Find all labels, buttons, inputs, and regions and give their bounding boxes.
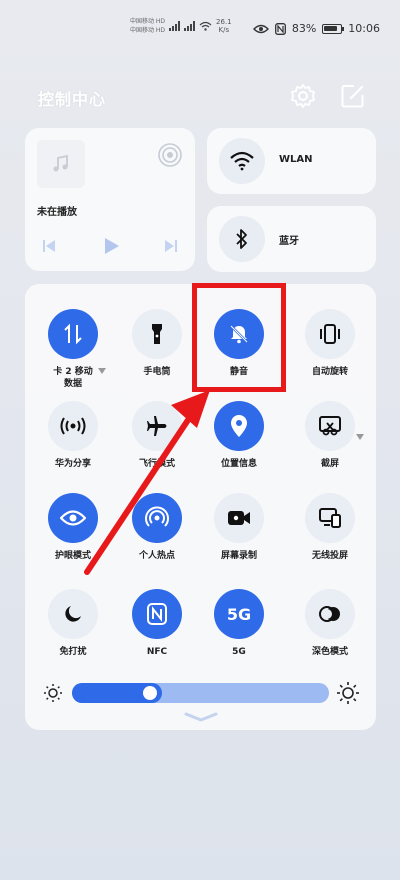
page-title: 控制中心 xyxy=(38,90,107,109)
net-speed-unit: K/s xyxy=(218,26,230,34)
clock: 10:06 xyxy=(348,22,380,35)
eye-icon xyxy=(48,493,98,543)
toggle-flashlight-label: 手电筒 xyxy=(143,367,171,377)
net-speed: 26.1 K/s xyxy=(216,18,232,34)
bluetooth-card[interactable]: 蓝牙 xyxy=(207,206,376,272)
toggle-dnd-label: 免打扰 xyxy=(59,647,87,657)
highlight-box xyxy=(192,283,286,392)
bluetooth-icon xyxy=(219,216,265,262)
wlan-card[interactable]: WLAN xyxy=(207,128,376,194)
toggle-nfc-label: NFC xyxy=(146,647,168,657)
collapse-chevron-icon[interactable] xyxy=(184,712,218,722)
nfc-status-icon xyxy=(274,22,286,35)
toggle-screen-record[interactable]: 屏幕录制 xyxy=(199,493,279,562)
toggle-5g-label: 5G xyxy=(232,647,246,657)
chevron-down-icon[interactable] xyxy=(356,434,364,440)
net-speed-value: 26.1 xyxy=(216,18,232,26)
flashlight-icon xyxy=(132,309,182,359)
toggle-mobile-data-label: 卡 2 移动 数据 xyxy=(53,367,93,389)
carrier-1: 中国移动 HD xyxy=(130,18,166,25)
toggle-hotspot-label: 个人热点 xyxy=(138,551,175,561)
next-icon[interactable] xyxy=(163,238,179,254)
toggle-hotspot[interactable]: 个人热点 xyxy=(117,493,197,562)
screenshot-icon xyxy=(305,401,355,451)
5g-icon: 5G xyxy=(214,589,264,639)
toggle-auto-rotate[interactable]: 自动旋转 xyxy=(290,309,370,378)
toggle-dnd[interactable]: 免打扰 xyxy=(33,589,113,658)
share-icon xyxy=(48,401,98,451)
toggle-5g[interactable]: 5G 5G xyxy=(199,589,279,658)
eye-status-icon xyxy=(252,24,269,33)
wlan-label: WLAN xyxy=(279,154,313,165)
moon-icon xyxy=(48,589,98,639)
cast-icon[interactable] xyxy=(157,142,183,168)
toggle-huawei-share-label: 华为分享 xyxy=(54,459,91,469)
signal-icon xyxy=(169,21,181,31)
brightness-high-icon xyxy=(337,682,359,704)
battery-icon xyxy=(322,23,345,34)
toggle-wireless-projection[interactable]: 无线投屏 xyxy=(290,493,370,562)
edit-icon[interactable] xyxy=(340,83,366,109)
media-card[interactable]: 未在播放 xyxy=(25,128,195,271)
play-icon[interactable] xyxy=(101,236,121,256)
toggle-eye-comfort[interactable]: 护眼模式 xyxy=(33,493,113,562)
mobile-data-icon xyxy=(48,309,98,359)
5g-glyph: 5G xyxy=(226,604,252,624)
toggle-nfc[interactable]: NFC xyxy=(117,589,197,658)
toggle-airplane[interactable]: 飞行模式 xyxy=(117,401,197,470)
bluetooth-label: 蓝牙 xyxy=(279,236,299,247)
toggle-wireless-projection-label: 无线投屏 xyxy=(311,551,348,561)
prev-icon[interactable] xyxy=(41,238,57,254)
wifi-icon xyxy=(219,138,265,184)
carrier-info: 中国移动 HD 中国移动 HD xyxy=(130,17,165,35)
toggle-airplane-label: 飞行模式 xyxy=(138,459,175,469)
toggle-location[interactable]: 位置信息 xyxy=(199,401,279,470)
wifi-status-icon xyxy=(199,21,212,31)
toggle-mobile-data[interactable]: 卡 2 移动 数据 xyxy=(33,309,113,390)
toggle-flashlight[interactable]: 手电筒 xyxy=(117,309,197,378)
chevron-down-icon[interactable] xyxy=(98,368,106,374)
airplane-icon xyxy=(132,401,182,451)
media-status: 未在播放 xyxy=(37,207,77,218)
toggle-location-label: 位置信息 xyxy=(220,459,257,469)
brightness-low-icon xyxy=(44,684,62,702)
nfc-icon xyxy=(132,589,182,639)
cast-screen-icon xyxy=(305,493,355,543)
toggle-dark-mode[interactable]: 深色模式 xyxy=(290,589,370,658)
toggle-dark-mode-label: 深色模式 xyxy=(311,647,348,657)
dark-mode-icon xyxy=(305,589,355,639)
gear-icon[interactable] xyxy=(290,83,316,109)
location-icon xyxy=(214,401,264,451)
toggle-screenshot-label: 截屏 xyxy=(320,459,339,469)
toggle-screen-record-label: 屏幕录制 xyxy=(220,551,257,561)
brightness-handle[interactable] xyxy=(143,686,157,700)
rotate-icon xyxy=(305,309,355,359)
battery-percent: 83% xyxy=(291,22,317,35)
signal-icon-2 xyxy=(184,21,196,31)
status-right: 83% 10:06 xyxy=(252,22,380,35)
music-note-icon xyxy=(37,140,85,188)
toggle-huawei-share[interactable]: 华为分享 xyxy=(33,401,113,470)
toggle-auto-rotate-label: 自动旋转 xyxy=(311,367,348,377)
toggle-eye-comfort-label: 护眼模式 xyxy=(54,551,91,561)
carrier-2: 中国移动 HD xyxy=(130,27,166,34)
status-left: 中国移动 HD 中国移动 HD 26.1 K/s xyxy=(130,17,232,35)
hotspot-icon xyxy=(132,493,182,543)
record-icon xyxy=(214,493,264,543)
